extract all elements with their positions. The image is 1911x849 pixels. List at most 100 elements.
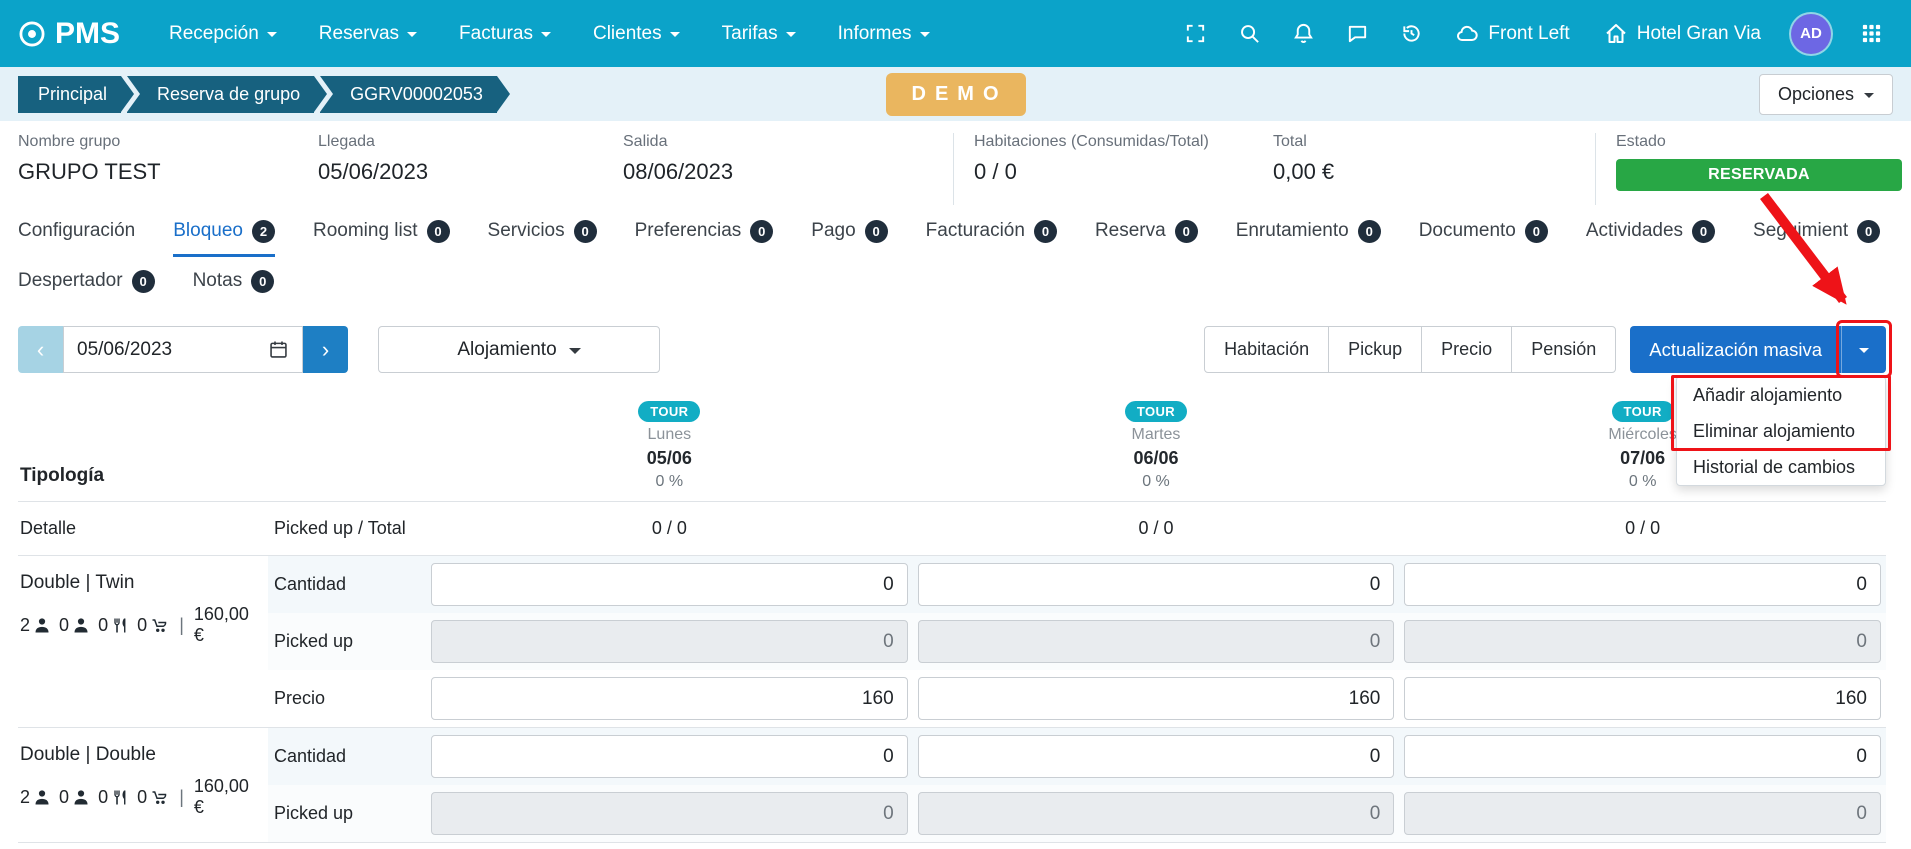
precio-input-day1[interactable] bbox=[431, 677, 908, 720]
tab-pago[interactable]: Pago 0 bbox=[811, 205, 887, 257]
chevron-down-icon bbox=[267, 32, 277, 37]
menu-tarifas[interactable]: Tarifas bbox=[701, 0, 817, 67]
mass-update-button[interactable]: Actualización masiva bbox=[1630, 326, 1841, 373]
cutlery-icon bbox=[112, 617, 128, 634]
tab-count-badge: 0 bbox=[1525, 220, 1548, 243]
fullscreen-icon[interactable] bbox=[1173, 12, 1217, 56]
tour-badge: TOUR bbox=[638, 401, 700, 422]
field-salida: Salida 08/06/2023 bbox=[623, 133, 953, 205]
mass-update-caret-button[interactable] bbox=[1841, 326, 1886, 373]
menu-item-historial-de-cambios[interactable]: Historial de cambios bbox=[1677, 449, 1885, 485]
search-icon[interactable] bbox=[1227, 12, 1271, 56]
prev-date-button[interactable]: ‹ bbox=[18, 326, 63, 373]
picked-up-input-day3 bbox=[1404, 620, 1881, 663]
cantidad-input-day2[interactable] bbox=[918, 735, 1395, 778]
pms-logo-icon bbox=[18, 20, 46, 48]
picked-up-input-day2 bbox=[918, 792, 1395, 835]
front-office-link[interactable]: Front Left bbox=[1443, 22, 1581, 46]
view-precio-button[interactable]: Precio bbox=[1421, 326, 1512, 373]
app-logo[interactable]: PMS bbox=[18, 17, 120, 51]
demo-badge: DEMO bbox=[886, 73, 1026, 116]
history-icon[interactable] bbox=[1389, 12, 1433, 56]
chevron-down-icon bbox=[407, 32, 417, 37]
tab-reserva[interactable]: Reserva 0 bbox=[1095, 205, 1198, 257]
user-avatar[interactable]: AD bbox=[1791, 14, 1831, 54]
chat-icon[interactable] bbox=[1335, 12, 1379, 56]
tab-servicios[interactable]: Servicios 0 bbox=[488, 205, 597, 257]
precio-input-day2[interactable] bbox=[918, 677, 1395, 720]
menu-item-eliminar-alojamiento[interactable]: Eliminar alojamiento bbox=[1677, 413, 1885, 449]
hotel-selector-link[interactable]: Hotel Gran Via bbox=[1592, 22, 1773, 46]
tab-count-badge: 0 bbox=[251, 270, 274, 293]
field-habitaciones: Habitaciones (Consumidas/Total) 0 / 0 bbox=[953, 133, 1273, 205]
tab-count-badge: 2 bbox=[252, 220, 275, 243]
tab-preferencias[interactable]: Preferencias 0 bbox=[635, 205, 774, 257]
day-header-1: TOUR Lunes 05/06 0 % bbox=[426, 399, 913, 491]
block-table: Tipología TOUR Lunes 05/06 0 % TOUR Mart… bbox=[18, 397, 1886, 843]
view-pension-button[interactable]: Pensión bbox=[1511, 326, 1616, 373]
picked-up-input-day3 bbox=[1404, 792, 1881, 835]
chevron-down-icon bbox=[569, 348, 581, 354]
picked-up-input-day1 bbox=[431, 792, 908, 835]
menu-facturas[interactable]: Facturas bbox=[438, 0, 572, 67]
field-estado: Estado RESERVADA bbox=[1595, 133, 1902, 205]
reservation-summary: Nombre grupo GRUPO TEST Llegada 05/06/20… bbox=[0, 121, 1911, 205]
next-date-button[interactable]: › bbox=[303, 326, 348, 373]
picked-up-row: Picked up bbox=[268, 785, 1886, 842]
menu-informes[interactable]: Informes bbox=[817, 0, 951, 67]
tab-facturacion[interactable]: Facturación 0 bbox=[926, 205, 1057, 257]
tab-rooming-list[interactable]: Rooming list 0 bbox=[313, 205, 450, 257]
view-pickup-button[interactable]: Pickup bbox=[1328, 326, 1422, 373]
chevron-down-icon bbox=[786, 32, 796, 37]
tab-count-badge: 0 bbox=[1034, 220, 1057, 243]
chevron-down-icon bbox=[670, 32, 680, 37]
tab-actividades[interactable]: Actividades 0 bbox=[1586, 205, 1715, 257]
precio-input-day3[interactable] bbox=[1404, 677, 1881, 720]
calendar-icon bbox=[268, 339, 289, 360]
menu-clientes[interactable]: Clientes bbox=[572, 0, 701, 67]
cloud-icon bbox=[1455, 22, 1479, 46]
tab-bloqueo[interactable]: Bloqueo 2 bbox=[173, 205, 275, 257]
accommodation-dropdown[interactable]: Alojamiento bbox=[378, 326, 660, 373]
cantidad-input-day3[interactable] bbox=[1404, 563, 1881, 606]
cantidad-input-day1[interactable] bbox=[431, 735, 908, 778]
menu-reservas[interactable]: Reservas bbox=[298, 0, 438, 67]
picked-up-row: Picked up bbox=[268, 613, 1886, 670]
chevron-down-icon bbox=[1864, 93, 1874, 98]
tab-count-badge: 0 bbox=[865, 220, 888, 243]
room-type-name: Double | Twin bbox=[20, 572, 260, 594]
tab-configuracion[interactable]: Configuración bbox=[18, 205, 135, 257]
notifications-bell-icon[interactable] bbox=[1281, 12, 1325, 56]
child-icon bbox=[73, 789, 89, 806]
tour-badge: TOUR bbox=[1125, 401, 1187, 422]
tab-enrutamiento[interactable]: Enrutamiento 0 bbox=[1236, 205, 1381, 257]
tab-count-badge: 0 bbox=[132, 270, 155, 293]
menu-recepcion[interactable]: Recepción bbox=[148, 0, 298, 67]
breadcrumb-bar: Principal Reserva de grupo GGRV00002053 … bbox=[0, 67, 1911, 121]
room-type-occupancy: 2 0 0 0 | 160,00 € bbox=[20, 776, 260, 818]
reservation-tabs: Configuración Bloqueo 2 Rooming list 0 S… bbox=[0, 205, 1911, 305]
cantidad-input-day1[interactable] bbox=[431, 563, 908, 606]
tab-seguimiento[interactable]: Seguimient 0 bbox=[1753, 205, 1880, 257]
breadcrumb-reserva-de-grupo[interactable]: Reserva de grupo bbox=[127, 76, 314, 113]
menu-item-anadir-alojamiento[interactable]: Añadir alojamiento bbox=[1677, 377, 1885, 413]
breadcrumb-principal[interactable]: Principal bbox=[18, 76, 121, 113]
tab-notas[interactable]: Notas 0 bbox=[193, 257, 275, 305]
cantidad-input-day3[interactable] bbox=[1404, 735, 1881, 778]
breadcrumb-reservation-code[interactable]: GGRV00002053 bbox=[320, 76, 497, 113]
detail-row: Detalle Picked up / Total 0 / 0 0 / 0 0 … bbox=[18, 502, 1886, 556]
tab-count-badge: 0 bbox=[1692, 220, 1715, 243]
date-input[interactable]: 05/06/2023 bbox=[63, 326, 303, 373]
day-header-2: TOUR Martes 06/06 0 % bbox=[913, 399, 1400, 491]
tab-count-badge: 0 bbox=[574, 220, 597, 243]
options-button[interactable]: Opciones bbox=[1759, 74, 1893, 115]
apps-grid-icon[interactable] bbox=[1849, 12, 1893, 56]
chevron-down-icon bbox=[1859, 348, 1869, 353]
tab-despertador[interactable]: Despertador 0 bbox=[18, 257, 155, 305]
tab-documento[interactable]: Documento 0 bbox=[1419, 205, 1548, 257]
cantidad-input-day2[interactable] bbox=[918, 563, 1395, 606]
picked-up-input-day2 bbox=[918, 620, 1395, 663]
view-habitacion-button[interactable]: Habitación bbox=[1204, 326, 1329, 373]
adult-icon bbox=[34, 789, 50, 806]
child-icon bbox=[73, 617, 89, 634]
